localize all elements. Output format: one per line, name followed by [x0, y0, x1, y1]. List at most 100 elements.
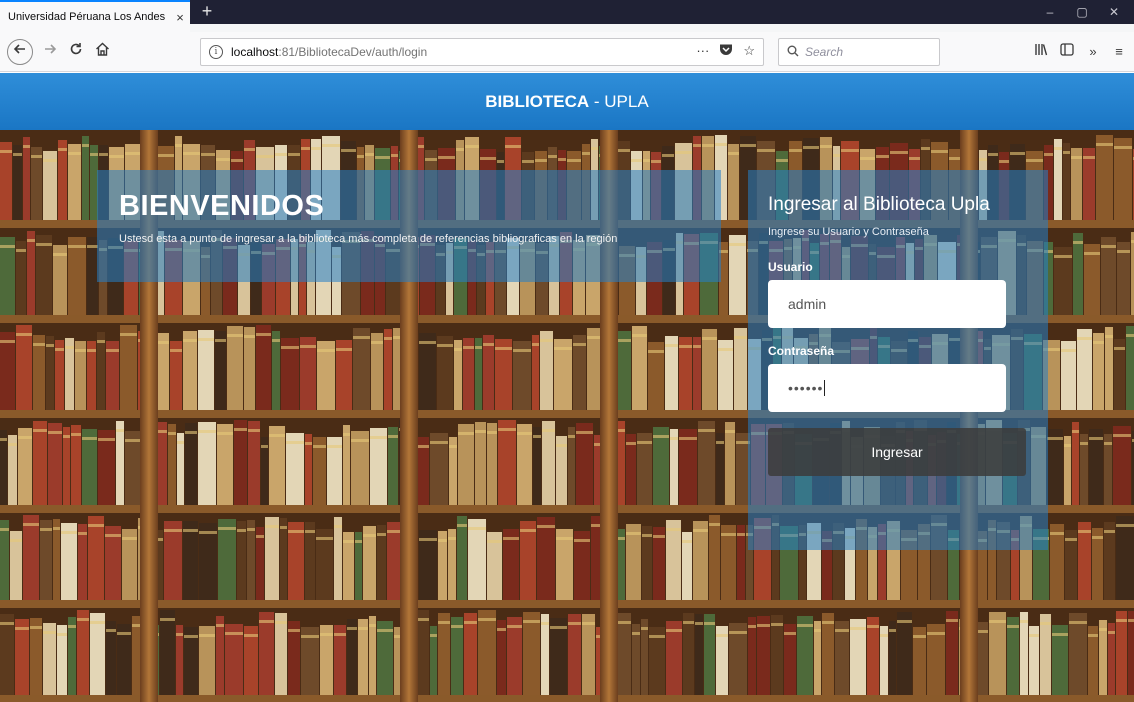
- book-band: [1104, 442, 1112, 445]
- username-field[interactable]: admin: [768, 280, 1006, 328]
- book-band: [649, 635, 665, 638]
- minimize-window-button[interactable]: –: [1036, 0, 1064, 24]
- book-band: [425, 158, 437, 161]
- book-spine: [377, 525, 386, 602]
- book-spine: [1050, 524, 1064, 602]
- book-spine: [343, 425, 350, 507]
- overflow-chevron-icon[interactable]: »: [1082, 42, 1104, 62]
- book-band: [698, 429, 715, 432]
- book-band: [15, 627, 29, 630]
- book-band: [244, 634, 258, 637]
- book-band: [16, 333, 32, 336]
- login-submit-button[interactable]: Ingresar: [768, 428, 1026, 476]
- book-spine: [483, 335, 494, 412]
- book-band: [27, 239, 35, 242]
- book-spine: [244, 327, 255, 412]
- book-band: [46, 344, 54, 347]
- book-spine: [1113, 426, 1131, 507]
- book-band: [890, 151, 908, 154]
- book-band: [554, 347, 572, 350]
- book-band: [789, 149, 802, 152]
- book-band: [505, 145, 521, 148]
- book-band: [183, 529, 198, 532]
- bookmark-star-icon[interactable]: ☆: [743, 43, 755, 59]
- book-band: [989, 620, 1006, 623]
- browser-navigation-bar: i localhost:81/BibliotecaDev/auth/login …: [0, 32, 1134, 72]
- book-band: [797, 624, 813, 627]
- new-tab-button[interactable]: +: [196, 0, 218, 24]
- book-spine: [835, 621, 849, 697]
- book-spine: [679, 429, 697, 507]
- book-spine: [679, 337, 692, 412]
- book-band: [320, 633, 333, 636]
- book-spine: [305, 522, 315, 602]
- book-band: [757, 149, 775, 152]
- site-info-icon[interactable]: i: [209, 45, 223, 59]
- close-tab-icon[interactable]: ×: [170, 10, 190, 25]
- book-spine: [27, 231, 35, 317]
- book-spine: [734, 328, 747, 412]
- book-band: [358, 627, 368, 630]
- book-spine: [88, 516, 104, 602]
- book-band: [99, 153, 108, 156]
- address-bar[interactable]: i localhost:81/BibliotecaDev/auth/login …: [200, 38, 764, 66]
- book-band: [880, 634, 888, 637]
- browser-tab[interactable]: Universidad Péruana Los Andes ×: [0, 0, 190, 32]
- hamburger-menu-icon[interactable]: ≡: [1108, 42, 1130, 62]
- book-spine: [537, 517, 555, 602]
- book-band: [1040, 622, 1051, 625]
- close-window-button[interactable]: ✕: [1100, 0, 1128, 24]
- book-spine: [0, 430, 7, 507]
- book-band: [1108, 631, 1115, 634]
- book-band: [576, 431, 593, 434]
- book-band: [693, 345, 701, 348]
- search-bar[interactable]: Search: [778, 38, 940, 66]
- book-spine: [704, 614, 715, 697]
- book-spine: [183, 521, 198, 602]
- book-band: [850, 627, 866, 630]
- back-arrow-icon[interactable]: [7, 39, 33, 65]
- book-spine: [256, 527, 264, 602]
- forward-arrow-icon[interactable]: [38, 40, 62, 64]
- book-spine: [665, 336, 678, 412]
- sidebar-icon[interactable]: [1056, 42, 1078, 62]
- book-spine: [31, 147, 42, 222]
- library-icon[interactable]: [1030, 42, 1052, 62]
- book-spine: [218, 519, 236, 602]
- book-band: [522, 160, 534, 163]
- book-spine: [1054, 139, 1062, 222]
- restore-window-button[interactable]: ▢: [1068, 0, 1096, 24]
- book-band: [1050, 532, 1064, 535]
- book-band: [637, 441, 652, 444]
- book-band: [591, 147, 598, 150]
- page-actions-menu-icon[interactable]: ···: [696, 43, 709, 59]
- book-band: [729, 631, 747, 634]
- book-band: [33, 429, 47, 432]
- book-band: [1078, 530, 1091, 533]
- book-band: [642, 534, 652, 537]
- book-band: [199, 531, 217, 534]
- book-band: [23, 523, 39, 526]
- book-spine: [497, 620, 506, 697]
- book-band: [1116, 524, 1134, 527]
- book-spine: [13, 145, 22, 222]
- book-spine: [177, 433, 184, 507]
- password-field[interactable]: ••••••: [768, 364, 1006, 412]
- home-icon[interactable]: [90, 40, 114, 64]
- book-band: [391, 154, 398, 157]
- book-spine: [215, 331, 226, 412]
- book-spine: [1072, 422, 1079, 507]
- book-band: [369, 624, 376, 627]
- book-band: [591, 524, 600, 527]
- book-band: [184, 635, 198, 638]
- book-band: [582, 622, 595, 625]
- book-band: [227, 334, 243, 337]
- book-spine: [463, 338, 474, 412]
- book-spine: [0, 614, 14, 697]
- book-spine: [542, 421, 555, 507]
- book-band: [771, 623, 783, 626]
- pocket-icon[interactable]: [719, 43, 733, 59]
- reload-icon[interactable]: [64, 40, 88, 64]
- book-band: [841, 149, 859, 152]
- book-band: [540, 339, 553, 342]
